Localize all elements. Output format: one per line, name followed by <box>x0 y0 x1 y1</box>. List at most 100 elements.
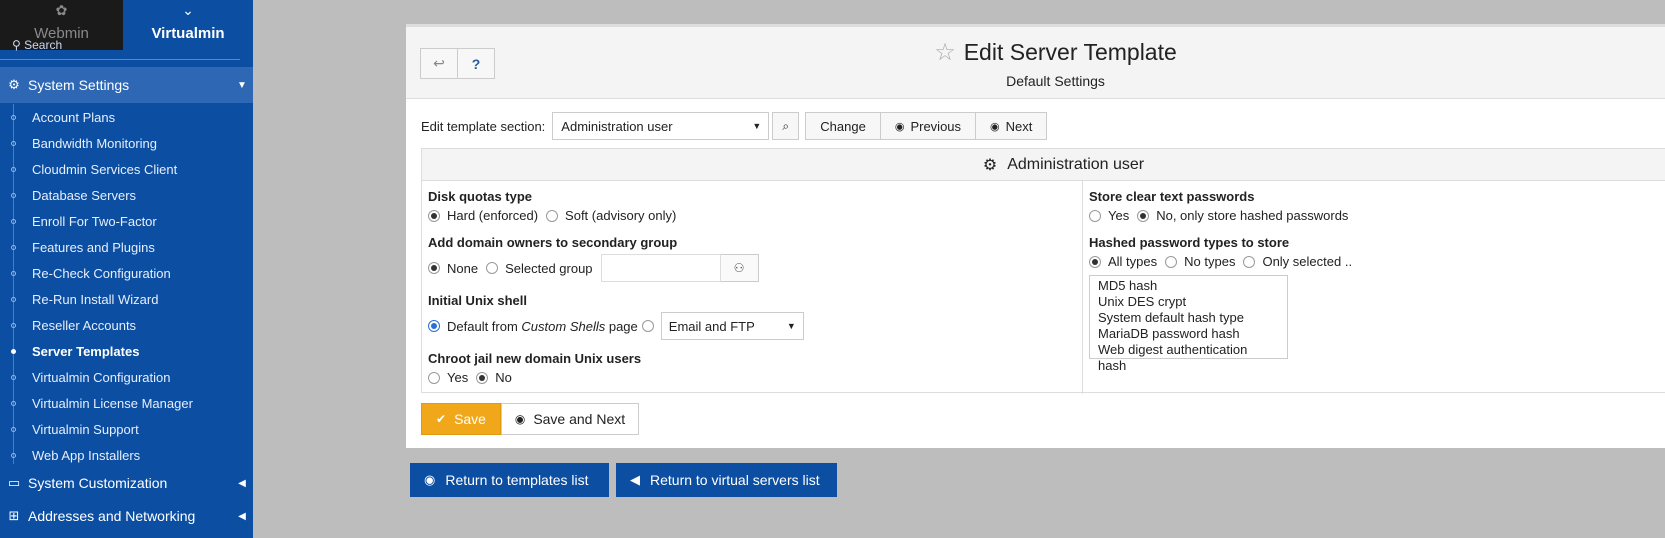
return-templates-label: Return to templates list <box>445 472 589 488</box>
list-item[interactable]: System default hash type <box>1098 310 1279 326</box>
list-item[interactable]: Web digest authentication hash <box>1098 342 1279 374</box>
section-nav-group: Change ◉ Previous ◉ Next <box>805 112 1048 140</box>
sidebar-item-server-templates[interactable]: Server Templates <box>0 338 253 364</box>
secondary-group-label: Add domain owners to secondary group <box>428 235 678 250</box>
sidebar-item-cloudmin-services-client[interactable]: Cloudmin Services Client <box>0 156 253 182</box>
sidebar-item-account-plans[interactable]: Account Plans <box>0 104 253 130</box>
search-doc-icon: ⌕ <box>782 118 790 133</box>
only-selected-label: Only selected .. <box>1262 254 1353 269</box>
sidebar-section-addresses-networking[interactable]: ⊞ Addresses and Networking ◀ <box>0 498 253 534</box>
view-section-button[interactable]: ⌕ <box>772 112 800 140</box>
chroot-field: Chroot jail new domain Unix users Yes No <box>428 351 641 385</box>
sidebar-section-system-customization[interactable]: ▭ System Customization ◀ <box>0 465 253 501</box>
title-wrap: ☆ Edit Server Template Default Settings <box>406 38 1665 89</box>
list-item[interactable]: Unix DES crypt <box>1098 294 1279 310</box>
hash-types-listbox[interactable]: MD5 hash Unix DES crypt System default h… <box>1089 275 1288 373</box>
sidebar-section-system-settings[interactable]: ⚙ System Settings ▼ <box>0 67 253 103</box>
radio-soft[interactable] <box>546 209 559 222</box>
sidebar-item-bandwidth-monitoring[interactable]: Bandwidth Monitoring <box>0 130 253 156</box>
radio-none[interactable] <box>428 262 440 274</box>
bullet-icon <box>11 426 16 432</box>
radio-other-shell[interactable] <box>641 320 654 332</box>
sidebar-item-rerun-install-wizard[interactable]: Re-Run Install Wizard <box>0 286 253 312</box>
sidebar-item-reseller-accounts[interactable]: Reseller Accounts <box>0 312 253 338</box>
section-label: System Settings <box>28 77 130 93</box>
list-item[interactable]: MariaDB password hash <box>1098 326 1279 342</box>
radio-default-shell[interactable] <box>428 320 440 332</box>
bullet-icon <box>11 400 16 406</box>
sidebar-item-recheck-configuration[interactable]: Re-Check Configuration <box>0 260 253 286</box>
template-section-select[interactable]: Administration user ▼ <box>552 112 770 140</box>
previous-button[interactable]: ◉ Previous <box>879 112 977 140</box>
next-button[interactable]: ◉ Next <box>975 112 1048 140</box>
section-label: Addresses and Networking <box>28 508 196 524</box>
page-title-row: ☆ Edit Server Template <box>934 38 1177 67</box>
circle-left-icon: ◉ <box>894 120 905 133</box>
sidebar-item-enroll-two-factor[interactable]: Enroll For Two-Factor <box>0 208 253 234</box>
disk-quotas-field: Disk quotas type Hard (enforced) Soft (a… <box>428 189 684 223</box>
bullet-icon <box>11 322 16 328</box>
radio-no-types[interactable] <box>1165 255 1178 268</box>
sidebar-item-label: Bandwidth Monitoring <box>32 135 158 151</box>
group-input[interactable] <box>600 254 721 282</box>
sidebar-item-virtualmin-configuration[interactable]: Virtualmin Configuration <box>0 364 253 390</box>
clear-yes-label: Yes <box>1108 208 1130 223</box>
save-button[interactable]: ✔ Save <box>421 403 501 435</box>
radio-selected-group[interactable] <box>486 262 499 274</box>
disk-quotas-options: Hard (enforced) Soft (advisory only) <box>428 208 684 223</box>
save-label: Save <box>454 411 486 427</box>
radio-clear-yes[interactable] <box>1089 209 1101 222</box>
clear-no-label: No, only store hashed passwords <box>1156 208 1349 223</box>
bullet-icon <box>11 374 16 380</box>
return-templates-button[interactable]: ◉ Return to templates list <box>410 463 609 497</box>
star-icon[interactable]: ☆ <box>934 38 956 67</box>
save-and-next-button[interactable]: ◉ Save and Next <box>501 403 639 435</box>
shell-select[interactable]: Email and FTP ▼ <box>660 312 804 340</box>
help-button[interactable]: ? <box>457 48 495 79</box>
search-input[interactable]: ⚲ Search <box>0 40 240 60</box>
clear-text-options: Yes No, only store hashed passwords <box>1089 208 1356 223</box>
unix-shell-options: Default from Custom Shells page Email an… <box>428 312 804 340</box>
chroot-label: Chroot jail new domain Unix users <box>428 351 642 366</box>
change-button[interactable]: Change <box>805 112 881 140</box>
sidebar-item-features-plugins[interactable]: Features and Plugins <box>0 234 253 260</box>
radio-only-selected[interactable] <box>1243 255 1256 268</box>
unix-shell-label: Initial Unix shell <box>428 293 527 308</box>
sidebar-item-license-manager[interactable]: Virtualmin License Manager <box>0 390 253 416</box>
sidebar-item-label: Virtualmin Support <box>32 421 139 437</box>
selected-group-label: Selected group <box>505 260 593 276</box>
soft-label: Soft (advisory only) <box>565 208 677 223</box>
circle-right-icon: ◉ <box>990 120 1000 133</box>
back-button[interactable]: ↩ <box>420 48 458 79</box>
form-title-text: Administration user <box>1007 155 1145 173</box>
left-column: Disk quotas type Hard (enforced) Soft (a… <box>422 181 1083 394</box>
search-icon: ⚲ <box>12 40 25 52</box>
monitor-icon: ▭ <box>7 475 21 490</box>
caret-left-icon: ◀ <box>238 477 246 489</box>
radio-all-types[interactable] <box>1089 255 1101 268</box>
template-section-row: Edit template section: Administration us… <box>421 112 1048 140</box>
hard-label: Hard (enforced) <box>447 208 539 223</box>
return-servers-label: Return to virtual servers list <box>650 472 820 488</box>
hash-types-label: Hashed password types to store <box>1089 235 1290 250</box>
custom-shells-text: Custom Shells <box>521 318 606 334</box>
radio-clear-no[interactable] <box>1137 209 1150 222</box>
sidebar-item-label: Server Templates <box>32 343 140 359</box>
group-chooser-button[interactable]: ⚇ <box>720 254 759 282</box>
radio-chroot-no[interactable] <box>476 371 489 384</box>
bullet-icon <box>11 166 16 172</box>
radio-chroot-yes[interactable] <box>428 371 440 384</box>
sidebar-item-label: Re-Check Configuration <box>32 265 171 281</box>
main-panel: ☆ Edit Server Template Default Settings … <box>406 24 1665 448</box>
unix-shell-field: Initial Unix shell Default from Custom S… <box>428 293 804 340</box>
panel-header: ☆ Edit Server Template Default Settings … <box>406 27 1665 99</box>
return-servers-button[interactable]: ◀ Return to virtual servers list <box>616 463 837 497</box>
radio-hard[interactable] <box>428 209 440 222</box>
list-item[interactable]: MD5 hash <box>1098 278 1279 294</box>
caret-down-icon: ▼ <box>752 121 762 131</box>
question-icon: ? <box>471 55 481 72</box>
default-shell-prefix: Default from <box>447 318 522 334</box>
previous-label: Previous <box>910 118 962 134</box>
sidebar-item-virtualmin-support[interactable]: Virtualmin Support <box>0 416 253 442</box>
sidebar-item-database-servers[interactable]: Database Servers <box>0 182 253 208</box>
